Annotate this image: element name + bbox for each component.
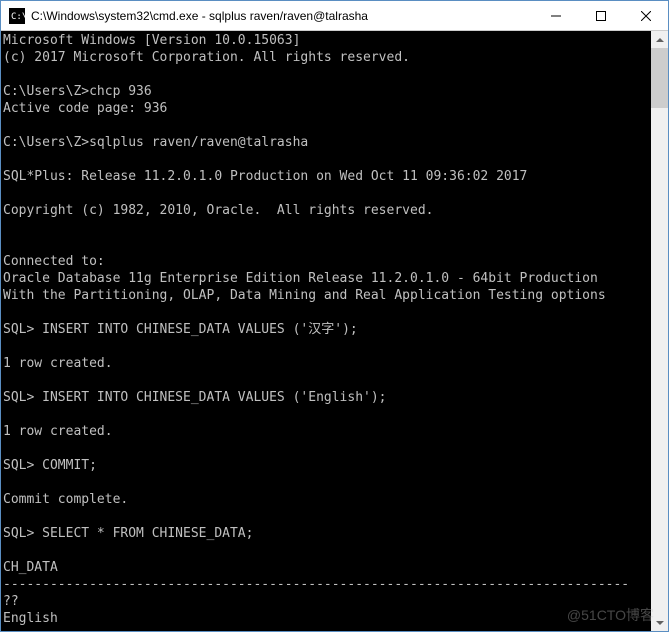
scroll-down-button[interactable] bbox=[651, 614, 668, 631]
window-title: C:\Windows\system32\cmd.exe - sqlplus ra… bbox=[31, 9, 533, 23]
minimize-button[interactable] bbox=[533, 1, 578, 30]
scroll-up-button[interactable] bbox=[651, 31, 668, 48]
scroll-track[interactable] bbox=[651, 48, 668, 614]
terminal-output[interactable]: Microsoft Windows [Version 10.0.15063] (… bbox=[1, 31, 651, 631]
terminal-wrapper: Microsoft Windows [Version 10.0.15063] (… bbox=[1, 31, 668, 631]
cmd-icon: C:\ bbox=[9, 8, 25, 24]
close-button[interactable] bbox=[623, 1, 668, 30]
svg-text:C:\: C:\ bbox=[11, 12, 25, 22]
scrollbar bbox=[651, 31, 668, 631]
maximize-button[interactable] bbox=[578, 1, 623, 30]
window-controls bbox=[533, 1, 668, 30]
scroll-thumb[interactable] bbox=[651, 48, 668, 108]
titlebar: C:\ C:\Windows\system32\cmd.exe - sqlplu… bbox=[1, 1, 668, 31]
